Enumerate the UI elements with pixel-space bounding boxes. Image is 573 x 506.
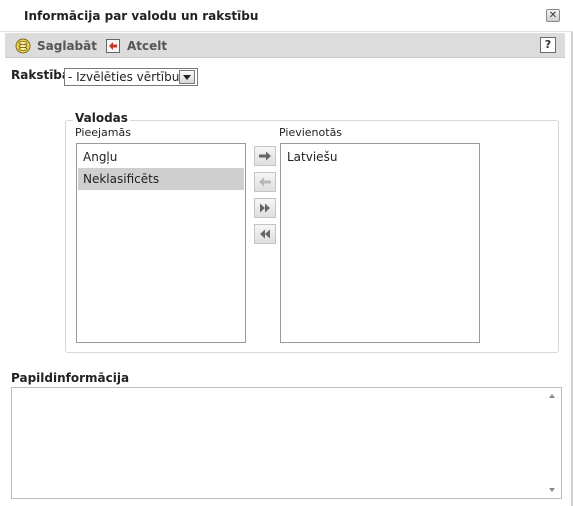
close-icon[interactable]: ✕ [546, 9, 560, 22]
list-item-selected[interactable]: Neklasificēts [78, 168, 244, 190]
move-all-right-button[interactable] [254, 198, 276, 218]
move-right-icon [259, 151, 271, 161]
save-icon [15, 38, 31, 54]
chevron-down-icon[interactable] [179, 70, 195, 84]
available-languages-label: Pieejamās [75, 126, 131, 139]
additional-info-textarea[interactable] [11, 387, 562, 499]
help-button[interactable]: ? [540, 37, 556, 53]
script-label: Rakstība [11, 68, 70, 82]
cancel-label: Atcelt [127, 38, 168, 53]
script-select[interactable]: - Izvēlēties vērtību - [64, 68, 198, 86]
move-all-right-icon [260, 203, 270, 213]
dialog-title: Informācija par valodu un rakstību [24, 9, 259, 23]
additional-info-label: Papildinformācija [11, 371, 130, 385]
scroll-down-icon[interactable] [549, 488, 555, 492]
script-select-value: - Izvēlēties vērtību - [68, 70, 188, 84]
toolbar: Saglabāt Atcelt ? [5, 33, 565, 58]
move-left-icon [259, 177, 271, 187]
cancel-icon [105, 38, 121, 54]
added-languages-list[interactable]: Latviešu [280, 143, 480, 343]
move-all-left-button[interactable] [254, 224, 276, 244]
textarea-scrollbar[interactable] [544, 388, 561, 498]
cancel-button[interactable]: Atcelt [105, 36, 167, 55]
move-right-button[interactable] [254, 146, 276, 166]
move-left-button[interactable] [254, 172, 276, 192]
available-languages-list[interactable]: Angļu Neklasificēts [76, 143, 246, 343]
list-item[interactable]: Angļu [78, 146, 244, 168]
save-label: Saglabāt [37, 38, 97, 53]
list-item[interactable]: Latviešu [282, 146, 478, 168]
added-languages-label: Pievienotās [279, 126, 343, 139]
save-button[interactable]: Saglabāt [15, 36, 97, 55]
languages-legend: Valodas [73, 111, 130, 125]
scroll-up-icon[interactable] [549, 394, 555, 398]
move-all-left-icon [260, 229, 270, 239]
